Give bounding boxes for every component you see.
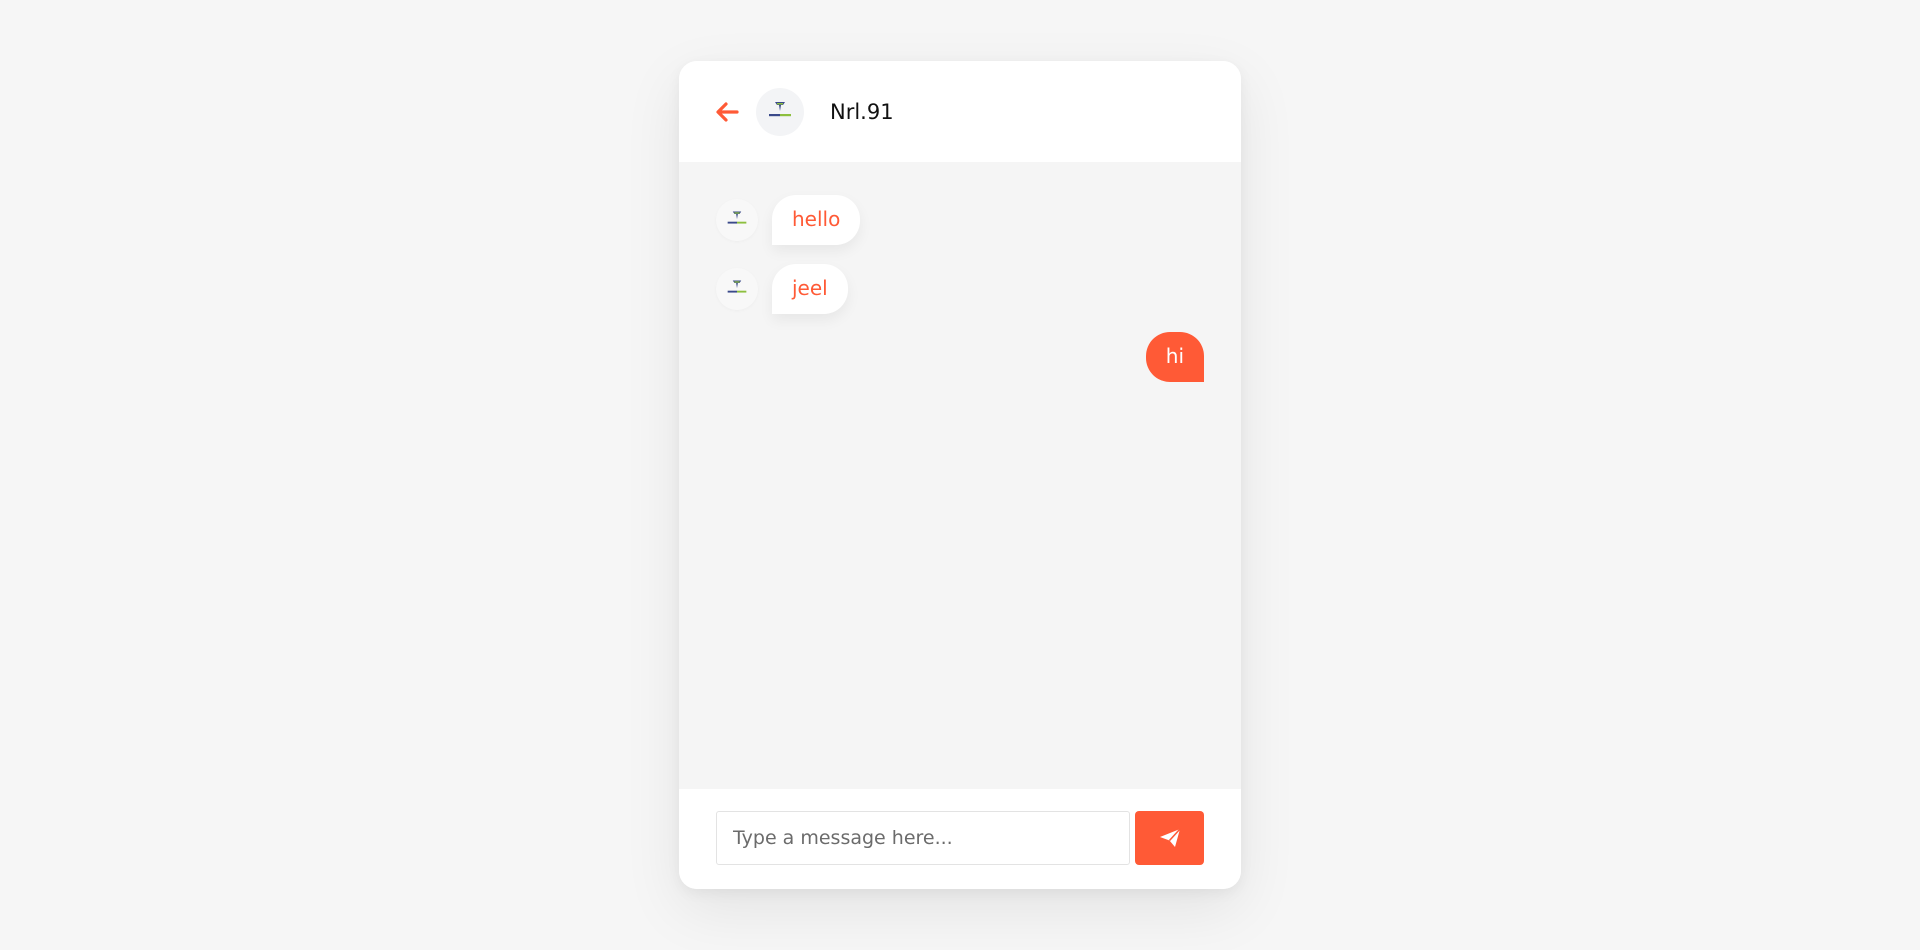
message-incoming: jeel bbox=[716, 264, 848, 314]
avatar bbox=[756, 88, 804, 136]
avatar bbox=[716, 199, 758, 241]
paper-plane-icon bbox=[1159, 828, 1181, 847]
back-button[interactable] bbox=[713, 98, 741, 126]
composer bbox=[679, 789, 1241, 889]
technoinsight-logo-icon bbox=[727, 211, 747, 224]
avatar bbox=[716, 268, 758, 310]
message-bubble: hello bbox=[772, 195, 861, 245]
message-input[interactable] bbox=[716, 811, 1130, 865]
chat-header: Nrl.91 bbox=[679, 61, 1241, 162]
arrow-left-icon bbox=[716, 102, 739, 122]
contact-name: Nrl.91 bbox=[830, 100, 894, 124]
chat-window: Nrl.91 hello jeel hi Type a message here… bbox=[679, 61, 1241, 889]
message-bubble: jeel bbox=[772, 264, 848, 314]
message-outgoing: hi bbox=[1145, 332, 1204, 382]
technoinsight-logo-icon bbox=[769, 102, 791, 117]
technoinsight-logo-icon bbox=[727, 280, 747, 293]
message-list: hello jeel hi bbox=[679, 162, 1241, 789]
message-incoming: hello bbox=[716, 195, 861, 245]
send-button[interactable] bbox=[1135, 811, 1204, 865]
